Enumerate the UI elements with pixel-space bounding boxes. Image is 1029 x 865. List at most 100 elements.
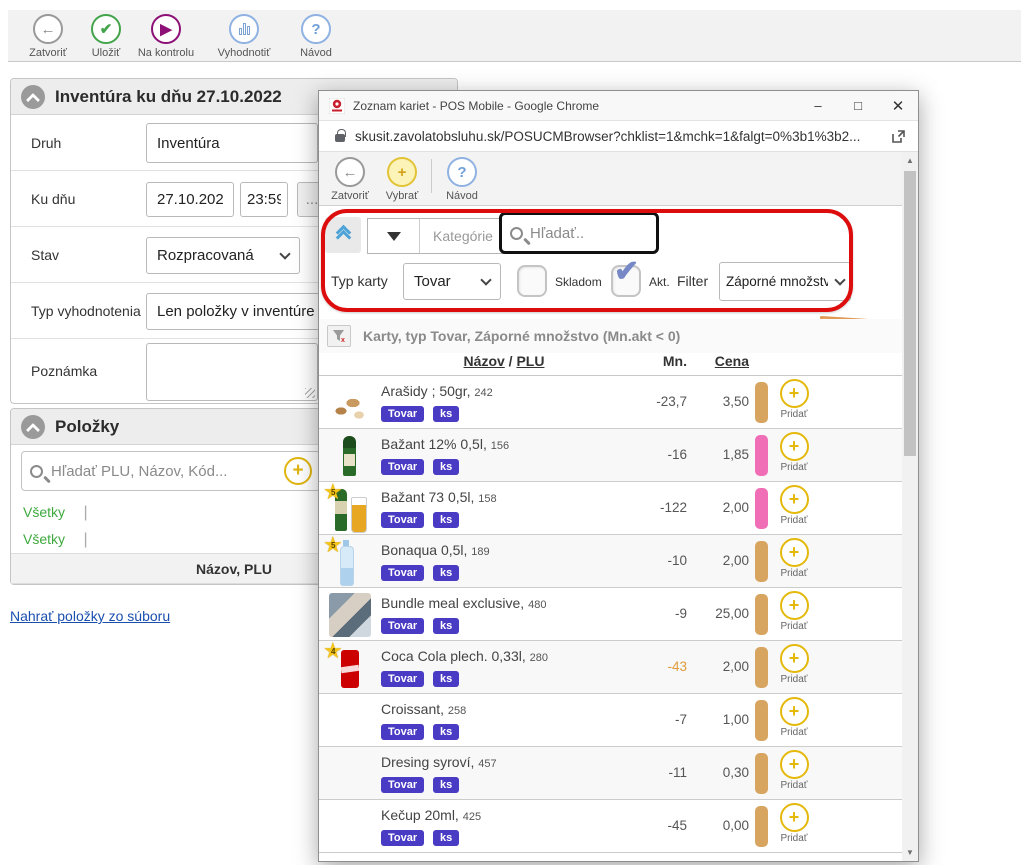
all-link-2[interactable]: Všetky xyxy=(23,531,65,547)
scroll-up-icon[interactable]: ▲ xyxy=(902,152,918,169)
add-button-label: Pridať xyxy=(780,568,807,579)
stock-checkbox[interactable]: ✔ xyxy=(517,265,547,297)
stock-level-bar xyxy=(755,594,768,635)
resize-handle-icon[interactable] xyxy=(305,388,315,398)
sort-by-price[interactable]: Cena xyxy=(715,353,749,369)
stock-label: Skladom xyxy=(555,275,602,289)
close-window-button[interactable]: ✕ xyxy=(878,92,918,120)
add-product-button[interactable]: + Pridať xyxy=(776,485,812,526)
filter-select[interactable]: Záporné množstvo xyxy=(719,262,851,301)
sort-by-plu[interactable]: PLU xyxy=(516,353,544,369)
collapse-icon[interactable] xyxy=(21,85,45,109)
active-label: Akt. xyxy=(649,275,670,289)
add-product-button[interactable]: + Pridať xyxy=(776,750,812,791)
check-icon: ✔ xyxy=(91,14,121,44)
product-name: Bažant 73 0,5l, 158 xyxy=(381,489,497,505)
add-product-button[interactable]: + Pridať xyxy=(776,697,812,738)
product-row[interactable]: ★5 Bažant 73 0,5l, 158 Tovar ks -122 2,0… xyxy=(319,482,904,535)
druh-input[interactable] xyxy=(146,123,318,163)
items-panel-title: Položky xyxy=(55,417,119,437)
product-row[interactable]: ★5 Bonaqua 0,5l, 189 Tovar ks -10 2,00 +… xyxy=(319,535,904,588)
type-badge: Tovar xyxy=(381,724,424,740)
add-button-label: Pridať xyxy=(780,515,807,526)
popup-select-button[interactable]: + Vybrať xyxy=(373,157,431,202)
sort-by-name[interactable]: Názov xyxy=(464,353,505,369)
scrollbar-thumb[interactable] xyxy=(904,171,916,456)
popup-help-button[interactable]: ? Návod xyxy=(433,157,491,202)
product-price: 1,85 xyxy=(723,447,749,462)
add-button-label: Pridať xyxy=(780,462,807,473)
typ-select-value: Len položky v inventúre xyxy=(157,303,315,320)
typ-select[interactable]: Len položky v inventúre xyxy=(146,293,324,330)
product-name: Bonaqua 0,5l, 189 xyxy=(381,542,490,558)
minimize-button[interactable]: – xyxy=(798,92,838,120)
stock-level-bar xyxy=(755,488,768,529)
product-quantity: -122 xyxy=(660,500,687,515)
help-button[interactable]: ? Návod xyxy=(276,14,356,59)
product-row[interactable]: ★ Bažant 12% 0,5l, 156 Tovar ks -16 1,85… xyxy=(319,429,904,482)
card-type-select[interactable]: Tovar xyxy=(403,263,501,300)
kudnu-time-input[interactable] xyxy=(240,182,288,217)
filter-label: Filter xyxy=(677,273,708,289)
product-quantity: -7 xyxy=(675,712,687,727)
product-quantity: -16 xyxy=(667,447,687,462)
chevron-down-icon xyxy=(834,274,845,285)
product-row[interactable]: ★4 Coca Cola plech. 0,33l, 280 Tovar ks … xyxy=(319,641,904,694)
popup-titlebar[interactable]: Zoznam kariet - POS Mobile - Google Chro… xyxy=(319,91,918,121)
to-review-button[interactable]: ▶ Na kontrolu xyxy=(126,14,206,59)
items-search-input[interactable] xyxy=(51,463,276,480)
collapse-filters-button[interactable] xyxy=(325,217,361,253)
poznamka-textarea[interactable] xyxy=(146,343,318,401)
kudnu-date-input[interactable] xyxy=(146,182,234,217)
unit-badge: ks xyxy=(433,777,459,793)
filter-link-row-2: Všetky | xyxy=(23,531,88,549)
open-in-new-icon[interactable] xyxy=(891,129,906,144)
product-row[interactable]: ★ Dresing syroví, 457 Tovar ks -11 0,30 … xyxy=(319,747,904,800)
product-plu: 280 xyxy=(530,652,548,664)
card-type-label: Typ karty xyxy=(331,273,388,289)
active-checkbox[interactable]: ✔ xyxy=(611,265,641,297)
product-price: 1,00 xyxy=(723,712,749,727)
results-section-title: Karty, typ Tovar, Záporné množstvo (Mn.a… xyxy=(363,328,680,344)
collapse-icon[interactable] xyxy=(21,415,45,439)
save-button-label: Uložiť xyxy=(92,47,121,59)
category-dropdown-label: Kategórie xyxy=(420,219,506,253)
add-product-button[interactable]: + Pridať xyxy=(776,591,812,632)
all-link-1[interactable]: Všetky xyxy=(23,504,65,520)
product-image: ★ xyxy=(329,434,371,478)
add-product-button[interactable]: + Pridať xyxy=(776,432,812,473)
add-product-button[interactable]: + Pridať xyxy=(776,379,812,420)
add-button-label: Pridať xyxy=(780,409,807,420)
product-row[interactable]: ★ Kečup 20ml, 425 Tovar ks -45 0,00 + Pr… xyxy=(319,800,904,853)
product-name: Bundle meal exclusive, 480 xyxy=(381,595,546,611)
product-row[interactable]: ★ Bundle meal exclusive, 480 Tovar ks -9… xyxy=(319,588,904,641)
category-dropdown-toggle[interactable] xyxy=(368,219,420,253)
add-product-button[interactable]: + Pridať xyxy=(776,644,812,685)
product-row[interactable]: ★ Arašidy ; 50gr, 242 Tovar ks -23,7 3,5… xyxy=(319,376,904,429)
plus-icon: + xyxy=(780,803,809,832)
results-section-header: x Karty, typ Tovar, Záporné množstvo (Mn… xyxy=(319,319,904,353)
scroll-down-icon[interactable]: ▼ xyxy=(902,844,918,861)
stav-select-value: Rozpracovaná xyxy=(157,247,254,264)
stav-select[interactable]: Rozpracovaná xyxy=(146,237,300,274)
product-row[interactable]: ★ Croissant, 258 Tovar ks -7 1,00 + Prid… xyxy=(319,694,904,747)
type-badge: Tovar xyxy=(381,618,424,634)
question-icon: ? xyxy=(447,157,477,187)
popup-search-input[interactable] xyxy=(530,225,648,242)
maximize-button[interactable]: □ xyxy=(838,92,878,120)
clear-filter-icon[interactable]: x xyxy=(327,325,351,347)
add-item-icon[interactable]: + xyxy=(284,457,312,485)
popup-scrollbar[interactable]: ▲ ▼ xyxy=(902,152,918,861)
upload-items-link[interactable]: Nahrať položky zo súboru xyxy=(10,608,170,624)
product-name: Kečup 20ml, 425 xyxy=(381,807,481,823)
bar-chart-icon xyxy=(229,14,259,44)
type-badge: Tovar xyxy=(381,512,424,528)
popup-close-button[interactable]: ← Zatvoriť xyxy=(321,157,379,202)
evaluate-button[interactable]: Vyhodnotiť xyxy=(204,14,284,59)
add-product-button[interactable]: + Pridať xyxy=(776,803,812,844)
popup-url[interactable]: skusit.zavolatobsluhu.sk/POSUCMBrowser?c… xyxy=(355,129,885,144)
filter-link-row-1: Všetky | xyxy=(23,504,88,522)
add-product-button[interactable]: + Pridať xyxy=(776,538,812,579)
product-name: Dresing syroví, 457 xyxy=(381,754,497,770)
category-dropdown[interactable]: Kategórie xyxy=(367,218,507,254)
